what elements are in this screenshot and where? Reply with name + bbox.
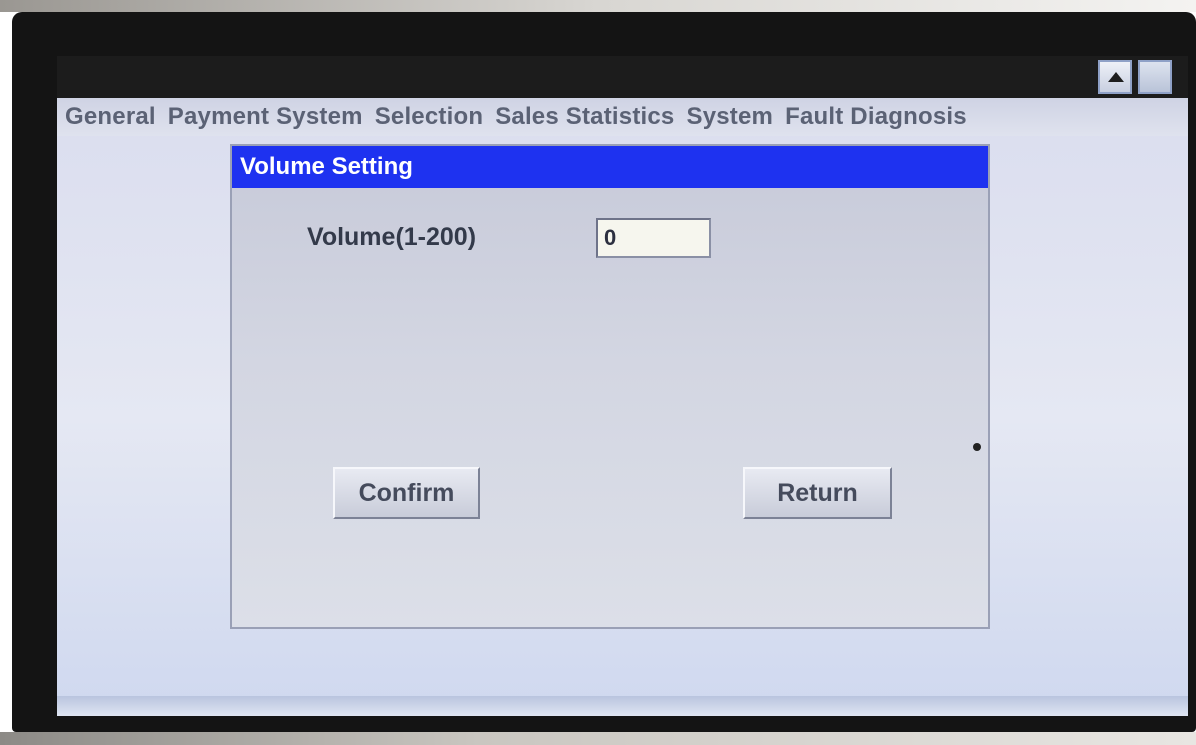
window-titlebar bbox=[57, 56, 1188, 98]
menu-item-selection[interactable]: Selection bbox=[375, 103, 484, 131]
menu-item-general[interactable]: General bbox=[65, 103, 156, 131]
menu-item-sales-statistics[interactable]: Sales Statistics bbox=[495, 103, 674, 131]
main-menu: General Payment System Selection Sales S… bbox=[57, 98, 1188, 136]
background-bottom bbox=[0, 732, 1196, 745]
volume-setting-dialog: Volume Setting Volume(1-200) Confirm Ret… bbox=[230, 144, 990, 629]
touch-cursor-icon bbox=[973, 443, 981, 451]
window-blank-button[interactable] bbox=[1138, 60, 1172, 94]
dialog-title: Volume Setting bbox=[232, 146, 988, 188]
menu-item-payment-system[interactable]: Payment System bbox=[168, 103, 363, 131]
menu-item-fault-diagnosis[interactable]: Fault Diagnosis bbox=[785, 103, 967, 131]
triangle-up-icon bbox=[1108, 72, 1124, 82]
screen-bottom-band bbox=[57, 696, 1188, 716]
menu-item-system[interactable]: System bbox=[687, 103, 774, 131]
confirm-button[interactable]: Confirm bbox=[333, 467, 480, 519]
scroll-up-button[interactable] bbox=[1098, 60, 1132, 94]
screen: General Payment System Selection Sales S… bbox=[57, 56, 1188, 716]
return-button[interactable]: Return bbox=[743, 467, 892, 519]
background-top bbox=[0, 0, 1196, 12]
monitor-bezel: General Payment System Selection Sales S… bbox=[12, 12, 1196, 732]
volume-input[interactable] bbox=[596, 218, 711, 258]
volume-label: Volume(1-200) bbox=[307, 223, 477, 251]
